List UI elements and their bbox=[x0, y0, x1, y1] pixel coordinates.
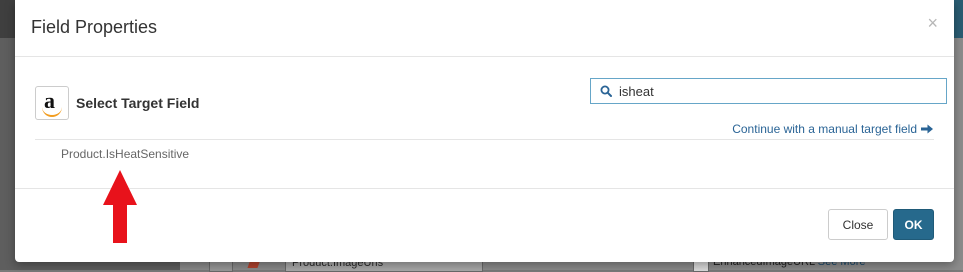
search-input[interactable] bbox=[619, 82, 939, 100]
manual-target-field-link[interactable]: Continue with a manual target field bbox=[732, 122, 933, 136]
ok-button[interactable]: OK bbox=[893, 209, 934, 240]
search-result-item[interactable]: Product.IsHeatSensitive bbox=[61, 147, 189, 161]
close-button[interactable]: Close bbox=[828, 209, 888, 240]
field-properties-modal: Field Properties × a Select Target Field… bbox=[15, 0, 954, 262]
red-annotation-arrow bbox=[103, 170, 137, 243]
close-icon[interactable]: × bbox=[927, 14, 938, 32]
modal-header: Field Properties × bbox=[15, 0, 954, 57]
amazon-logo-icon: a bbox=[35, 86, 69, 120]
search-icon bbox=[600, 85, 612, 97]
target-field-search[interactable] bbox=[590, 78, 947, 104]
modal-footer-divider bbox=[15, 188, 954, 189]
amazon-smile bbox=[42, 107, 62, 117]
manual-target-field-link-text: Continue with a manual target field bbox=[732, 122, 917, 136]
select-target-field-label: Select Target Field bbox=[76, 95, 200, 111]
modal-title: Field Properties bbox=[31, 17, 158, 37]
arrow-right-icon bbox=[921, 124, 933, 134]
